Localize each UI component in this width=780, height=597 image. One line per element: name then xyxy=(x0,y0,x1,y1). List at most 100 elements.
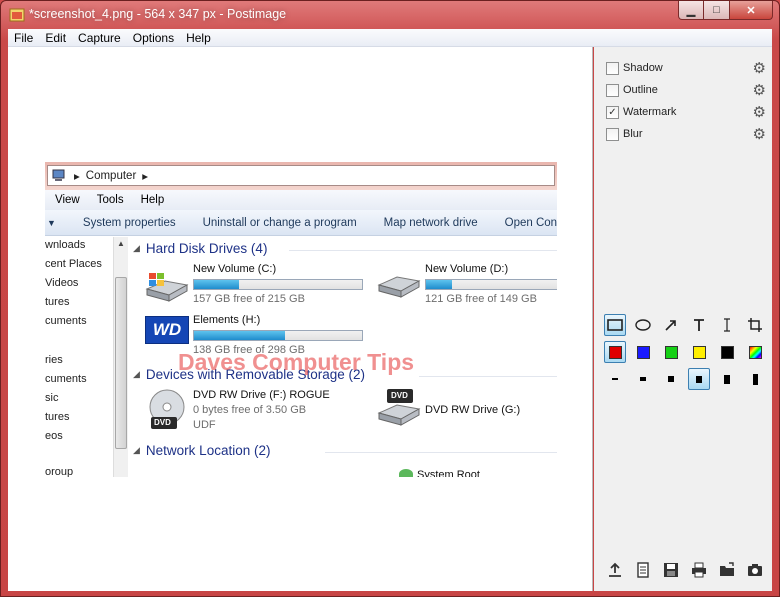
dvd-badge-g: DVD xyxy=(391,391,408,400)
text-cursor-icon[interactable] xyxy=(716,314,738,336)
arrow-tool-icon[interactable] xyxy=(660,314,682,336)
open-folder-icon[interactable] xyxy=(716,559,738,581)
image-canvas[interactable]: ▸ Computer ▸ View Tools Help ▼ System pr… xyxy=(8,47,593,591)
explorer-menu-tools: Tools xyxy=(96,194,124,206)
shadow-checkbox[interactable] xyxy=(606,61,619,75)
nav-item: oroup xyxy=(45,466,74,477)
crop-tool-icon[interactable] xyxy=(744,314,766,336)
address-bar-area: ▸ Computer ▸ xyxy=(45,162,557,190)
line-widths xyxy=(604,368,766,390)
scroll-up-icon: ▲ xyxy=(117,239,125,248)
width-3[interactable] xyxy=(660,368,682,390)
menu-help[interactable]: Help xyxy=(180,31,217,45)
maximize-button[interactable]: □ xyxy=(704,1,730,20)
drive-d-fill xyxy=(426,280,453,289)
copy-icon[interactable] xyxy=(632,559,654,581)
nav-item: tures xyxy=(45,411,70,423)
nav-item: tures xyxy=(45,296,70,308)
shadow-label: Shadow xyxy=(623,62,663,74)
gear-icon[interactable]: ⚙ xyxy=(753,81,766,99)
menu-bar: File Edit Capture Options Help xyxy=(8,29,772,47)
wd-logo-icon: WD xyxy=(145,316,189,344)
nav-scrollbar: ▲ xyxy=(113,237,128,477)
network-drive-icon xyxy=(399,469,413,477)
collapse-arrow-icon: ◢ xyxy=(133,369,140,379)
group-title-network: Network Location (2) xyxy=(145,443,271,458)
scroll-thumb xyxy=(115,277,127,449)
nav-item: wnloads xyxy=(45,239,86,251)
drive-c-fill xyxy=(194,280,240,289)
nav-item: sic xyxy=(45,392,59,404)
outline-checkbox[interactable] xyxy=(606,83,619,97)
outline-label: Outline xyxy=(623,84,658,96)
color-yellow[interactable] xyxy=(688,341,710,363)
width-4[interactable] xyxy=(688,368,710,390)
effects-panel: Shadow ⚙ Outline ⚙ ✓ Watermark ⚙ Blur ⚙ xyxy=(594,47,772,591)
group-divider xyxy=(325,452,557,453)
width-1[interactable] xyxy=(604,368,626,390)
group-divider xyxy=(289,250,557,251)
menu-file[interactable]: File xyxy=(8,31,39,45)
blur-checkbox[interactable] xyxy=(606,127,619,141)
menu-edit[interactable]: Edit xyxy=(39,31,72,45)
dvd-badge-f: DVD xyxy=(154,418,171,427)
color-custom[interactable] xyxy=(744,341,766,363)
nav-item: cent Places xyxy=(45,258,102,270)
color-blue[interactable] xyxy=(632,341,654,363)
effect-blur[interactable]: Blur ⚙ xyxy=(606,125,766,143)
collapse-arrow-icon: ◢ xyxy=(133,445,140,455)
dvd-g-name: DVD RW Drive (G:) xyxy=(425,404,521,416)
nav-item: cuments xyxy=(45,315,87,327)
ellipse-tool-icon[interactable] xyxy=(632,314,654,336)
watermark-checkbox[interactable]: ✓ xyxy=(606,105,619,119)
group-header-hdd: ◢ Hard Disk Drives (4) xyxy=(133,241,267,256)
nav-item: Videos xyxy=(45,277,79,289)
nav-item: ries xyxy=(45,354,63,366)
explorer-nav-pane: wnloads cent Places Videos tures cuments… xyxy=(45,237,113,477)
gear-icon[interactable]: ⚙ xyxy=(753,59,766,77)
breadcrumb-arrow-icon: ▸ xyxy=(74,170,80,183)
nav-item: eos xyxy=(45,430,63,442)
rectangle-tool-icon[interactable] xyxy=(604,314,626,336)
drive-h-fill xyxy=(194,331,285,340)
color-black[interactable] xyxy=(716,341,738,363)
hard-drive-icon xyxy=(377,276,421,298)
command-map-drive: Map network drive xyxy=(383,216,478,229)
color-green[interactable] xyxy=(660,341,682,363)
drive-c-name: New Volume (C:) xyxy=(193,263,277,275)
effect-shadow[interactable]: Shadow ⚙ xyxy=(606,59,766,77)
close-button[interactable]: ✕ xyxy=(730,1,773,20)
width-6[interactable] xyxy=(744,368,766,390)
drive-d-bar xyxy=(425,279,557,290)
width-2[interactable] xyxy=(632,368,654,390)
breadcrumb-arrow-icon: ▸ xyxy=(142,170,149,183)
app-icon xyxy=(9,8,25,22)
width-5[interactable] xyxy=(716,368,738,390)
menu-capture[interactable]: Capture xyxy=(72,31,127,45)
color-red[interactable] xyxy=(604,341,626,363)
upload-icon[interactable] xyxy=(604,559,626,581)
gear-icon[interactable]: ⚙ xyxy=(753,125,766,143)
network-item-name: System Root xyxy=(417,469,480,477)
menu-options[interactable]: Options xyxy=(127,31,180,45)
group-header-network: ◢ Network Location (2) xyxy=(133,443,270,458)
print-icon[interactable] xyxy=(688,559,710,581)
watermark-label: Watermark xyxy=(623,106,677,118)
drive-h-bar xyxy=(193,330,363,341)
minimize-button[interactable]: ▁ xyxy=(678,1,704,20)
gear-icon[interactable]: ⚙ xyxy=(753,103,766,121)
effect-outline[interactable]: Outline ⚙ xyxy=(606,81,766,99)
effect-watermark[interactable]: ✓ Watermark ⚙ xyxy=(606,103,766,121)
dvd-f-name: DVD RW Drive (F:) ROGUE xyxy=(193,389,330,401)
text-tool-icon[interactable] xyxy=(688,314,710,336)
command-system-properties: System properties xyxy=(82,216,176,229)
group-title-hdd: Hard Disk Drives (4) xyxy=(145,241,268,256)
title-bar[interactable]: *screenshot_4.png - 564 x 347 px - Posti… xyxy=(1,1,779,29)
save-icon[interactable] xyxy=(660,559,682,581)
group-divider xyxy=(419,376,557,377)
camera-icon[interactable] xyxy=(744,559,766,581)
explorer-menu-help: Help xyxy=(140,194,165,206)
wd-logo-text: WD xyxy=(152,320,182,339)
embedded-screenshot: ▸ Computer ▸ View Tools Help ▼ System pr… xyxy=(45,162,557,477)
postimage-window: *screenshot_4.png - 564 x 347 px - Posti… xyxy=(0,0,780,597)
